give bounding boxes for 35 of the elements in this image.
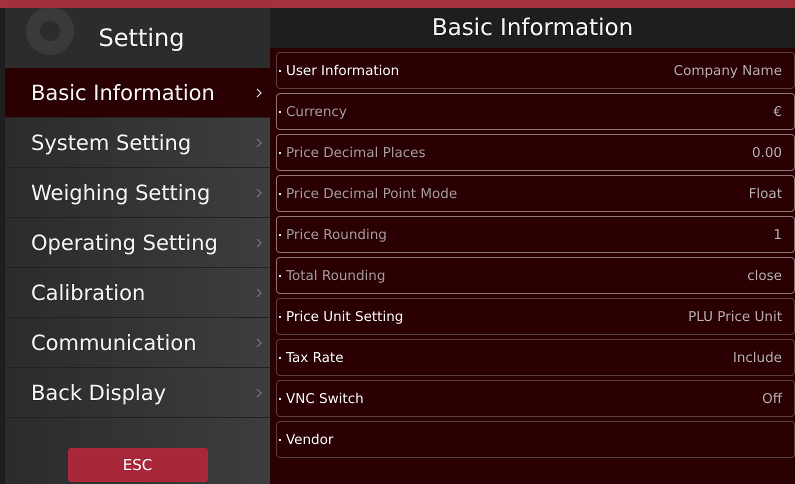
setting-label: Vendor [286,432,334,448]
setting-label: Price Decimal Places [286,144,426,160]
chevron-icon [256,388,262,398]
setting-value: close [747,268,782,284]
setting-value: 0.00 [752,144,782,160]
chevron-icon [256,138,262,148]
chevron-icon [256,288,262,298]
setting-label: Price Decimal Point Mode [286,186,458,202]
setting-label: Tax Rate [286,350,344,366]
chevron-icon [256,238,262,248]
setting-value: € [773,104,782,120]
setting-row[interactable]: Vendor [276,421,795,458]
setting-label: Price Unit Setting [286,308,404,324]
sidebar-title: Setting [98,24,184,52]
setting-label: Currency [286,104,347,120]
setting-value: Off [762,390,782,406]
setting-value: Include [732,350,782,366]
setting-label: Price Rounding [286,226,387,242]
esc-button[interactable]: ESC [68,448,208,482]
setting-value: Company Name [674,62,782,78]
setting-value: 1 [773,226,782,242]
chevron-icon [256,338,262,348]
setting-row[interactable]: Tax Rate Include [276,339,795,376]
panel-title: Basic Information [270,8,795,48]
setting-value: PLU Price Unit [688,308,782,324]
setting-label: User Information [286,62,400,78]
setting-row[interactable]: Price Unit Setting PLU Price Unit [276,298,795,335]
setting-label: Total Rounding [286,268,386,284]
setting-row[interactable]: VNC Switch Off [276,380,795,417]
chevron-icon [256,188,262,198]
setting-value: Float [748,186,782,202]
setting-row[interactable]: User Information Company Name [276,52,795,89]
setting-label: VNC Switch [286,390,364,406]
sidebar-item[interactable]: Basic Information [5,68,270,118]
chevron-icon [256,88,262,98]
